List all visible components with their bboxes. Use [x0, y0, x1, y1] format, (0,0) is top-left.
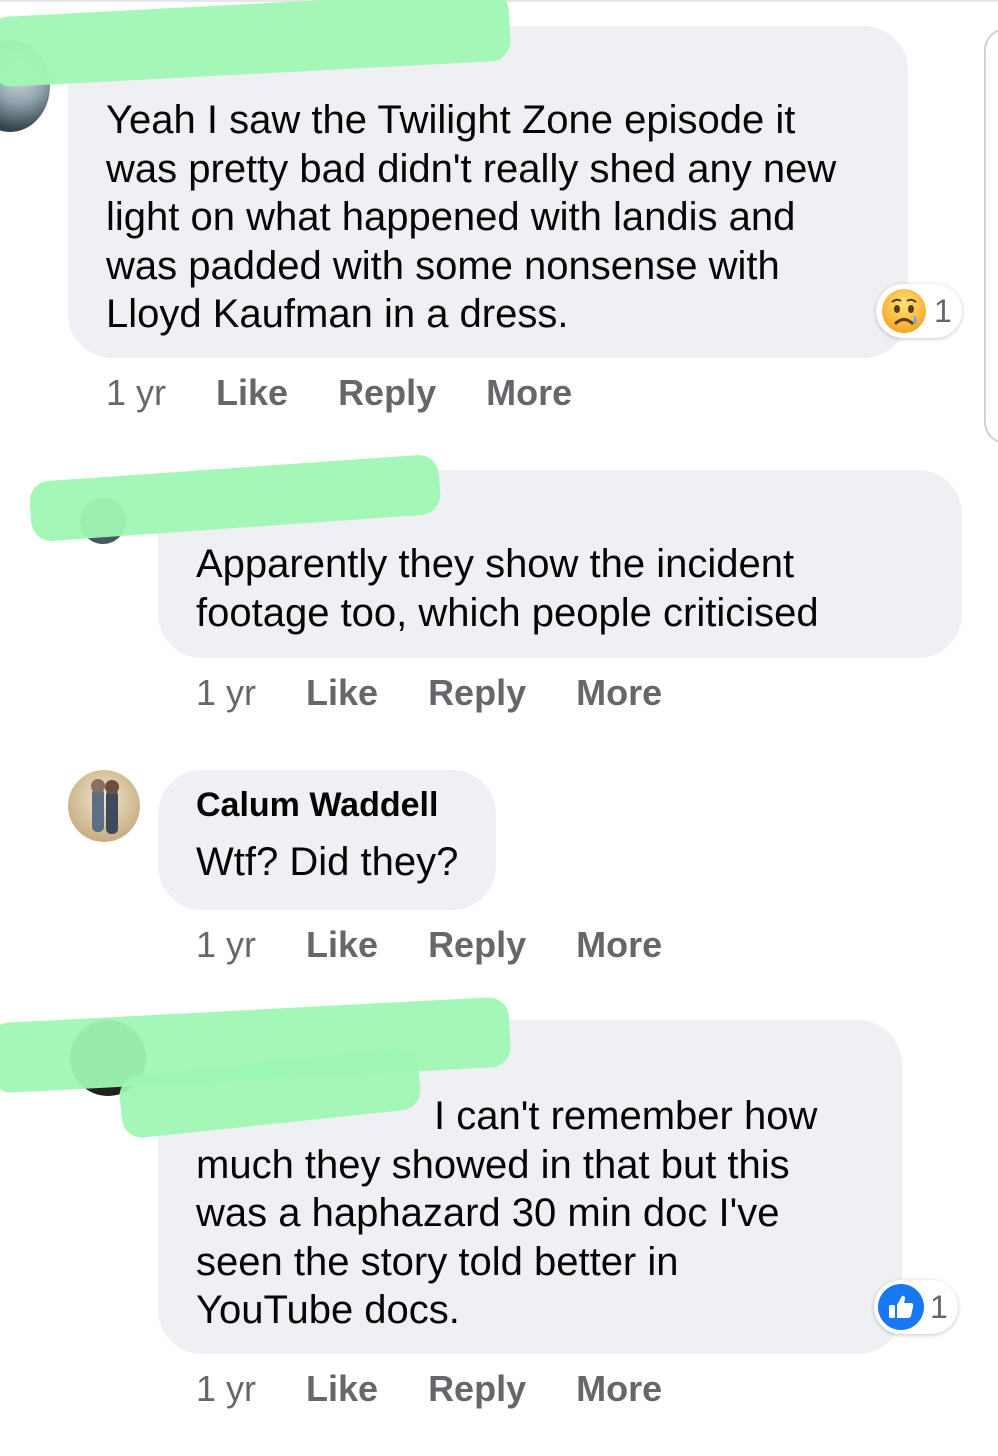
comment-line: footage too, which people criticised: [196, 590, 819, 635]
avatar[interactable]: [68, 770, 140, 842]
comment-line: light on what happened with landis and: [106, 195, 796, 239]
reply-link[interactable]: Reply: [428, 672, 526, 714]
reaction-summary[interactable]: 1: [874, 1280, 958, 1334]
reaction-count: 1: [934, 292, 952, 329]
comment-line: seen the story told better in: [196, 1239, 679, 1284]
more-link[interactable]: More: [576, 924, 662, 966]
comment-line: Wtf? Did they?: [196, 840, 459, 884]
comment-line: much they showed in that but this: [196, 1142, 790, 1187]
like-link[interactable]: Like: [306, 1368, 378, 1410]
sad-face-icon: [880, 287, 928, 335]
more-link[interactable]: More: [576, 1368, 662, 1410]
comment-text: Yeah I saw the Twilight Zone episode it …: [106, 96, 836, 339]
comment-actions: 1 yr Like Reply More: [196, 924, 712, 966]
timestamp[interactable]: 1 yr: [196, 1368, 256, 1410]
comment-author[interactable]: Calum Waddell: [196, 786, 438, 825]
comment-line: was pretty bad didn't really shed any ne…: [106, 146, 837, 191]
reply-link[interactable]: Reply: [428, 1368, 526, 1410]
reaction-count: 1: [930, 1288, 948, 1325]
reply-link[interactable]: Reply: [428, 924, 526, 966]
reply-link[interactable]: Reply: [338, 372, 436, 414]
reaction-summary[interactable]: 1: [876, 284, 962, 338]
comment-line: Lloyd Kaufman in a dress.: [106, 292, 569, 336]
timestamp[interactable]: 1 yr: [196, 924, 256, 966]
like-link[interactable]: Like: [306, 672, 378, 714]
like-thumb-icon: [878, 1284, 924, 1330]
more-link[interactable]: More: [486, 372, 572, 414]
timestamp[interactable]: 1 yr: [196, 672, 256, 714]
more-link[interactable]: More: [576, 672, 662, 714]
comment-text: I can't remember how much they showed in…: [196, 1092, 817, 1335]
like-link[interactable]: Like: [216, 372, 288, 414]
comment-actions: 1 yr Like Reply More: [106, 372, 622, 414]
comment-line: Yeah I saw the Twilight Zone episode it: [106, 98, 796, 142]
scroll-edge: [984, 28, 998, 444]
comment-text: Wtf? Did they?: [196, 838, 458, 887]
like-link[interactable]: Like: [306, 924, 378, 966]
comment-text: Apparently they show the incident footag…: [196, 540, 819, 637]
comment-actions: 1 yr Like Reply More: [196, 672, 712, 714]
comment-actions: 1 yr Like Reply More: [196, 1368, 712, 1410]
comment-line: Apparently they show the incident: [196, 542, 795, 586]
timestamp[interactable]: 1 yr: [106, 372, 166, 414]
comment-line: was a haphazard 30 min doc I've: [196, 1191, 780, 1235]
comment-line: YouTube docs.: [196, 1288, 460, 1332]
comment-line: was padded with some nonsense with: [106, 243, 780, 288]
